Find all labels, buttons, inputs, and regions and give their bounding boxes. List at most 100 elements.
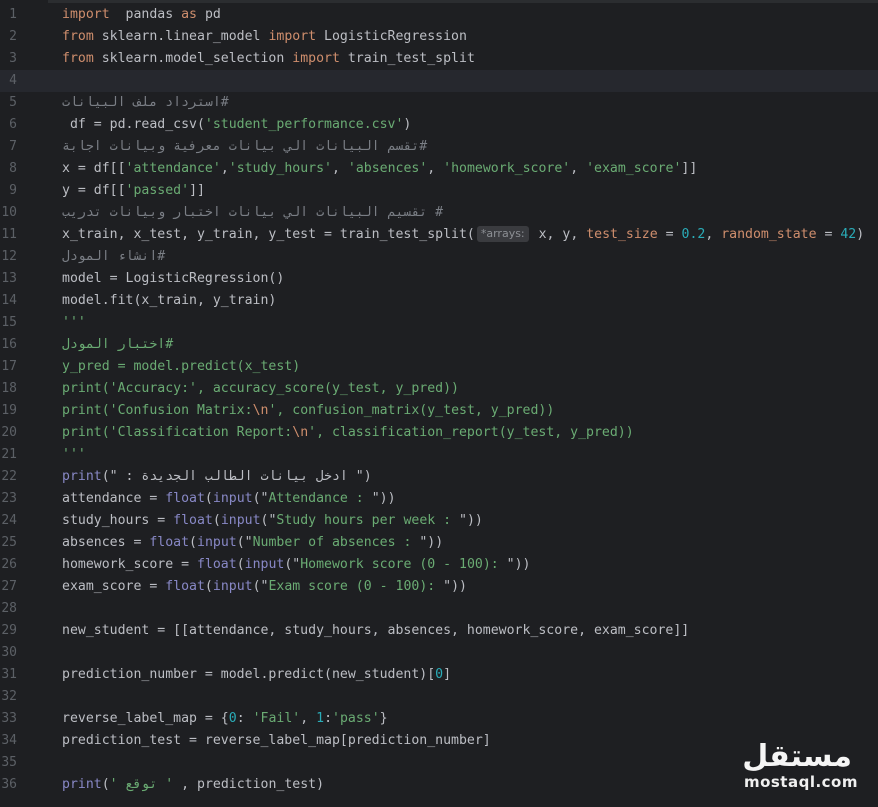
code-line[interactable]: 13 model = LogisticRegression() — [0, 268, 878, 290]
code-token: 'study_hours' — [228, 161, 332, 176]
code-line[interactable]: 5 #استرداد ملف البيانات — [0, 92, 878, 114]
code-token: input — [220, 513, 261, 528]
code-token: absences = — [62, 535, 150, 550]
line-number: 27 — [1, 579, 17, 594]
code-line[interactable]: 18 print('Accuracy:', accuracy_score(y_te… — [0, 378, 878, 400]
code-text[interactable]: attendance = float(input("Attendance : "… — [62, 488, 396, 510]
code-text[interactable]: x = df[['attendance','study_hours', 'abs… — [62, 158, 697, 180]
code-line[interactable]: 16 #اختبار المودل — [0, 334, 878, 356]
line-number: 2 — [9, 29, 17, 44]
code-line[interactable]: 33 reverse_label_map = {0: 'Fail', 1:'pas… — [0, 708, 878, 730]
line-number: 25 — [1, 535, 17, 550]
code-text[interactable]: from sklearn.model_selection import trai… — [62, 48, 475, 70]
code-text[interactable]: prediction_number = model.predict(new_st… — [62, 664, 451, 686]
code-token: ''' — [62, 447, 86, 462]
code-token: : — [324, 711, 333, 726]
code-token: Attendance : — [268, 491, 372, 506]
code-token: ( — [204, 579, 213, 594]
code-token: prediction_test = reverse_label_map[pred… — [62, 733, 491, 748]
code-line[interactable]: 28 — [0, 598, 878, 620]
code-line[interactable]: 7 #تقسم البيانات الي بيانات معرفية وبيانا… — [0, 136, 878, 158]
line-number: 22 — [1, 469, 17, 484]
code-line[interactable]: 23 attendance = float(input("Attendance :… — [0, 488, 878, 510]
code-token: 'pass' — [332, 711, 380, 726]
code-token: pd — [197, 7, 221, 22]
code-text[interactable]: df = pd.read_csv('student_performance.cs… — [62, 114, 411, 136]
code-line[interactable]: 17 y_pred = model.predict(x_test) — [0, 356, 878, 378]
code-token: , prediction_test) — [173, 777, 325, 792]
code-line[interactable]: 24 study_hours = float(input("Study hours… — [0, 510, 878, 532]
code-line[interactable]: 30 — [0, 642, 878, 664]
code-text[interactable]: new_student = [[attendance, study_hours,… — [62, 620, 689, 642]
code-line[interactable]: 8 x = df[['attendance','study_hours', 'ab… — [0, 158, 878, 180]
code-text[interactable]: reverse_label_map = {0: 'Fail', 1:'pass'… — [62, 708, 388, 730]
code-text[interactable]: # تقسيم البيانات الي بيانات اختبار وبيان… — [62, 202, 443, 224]
code-text[interactable]: print('Accuracy:', accuracy_score(y_test… — [62, 378, 459, 400]
code-line[interactable]: 22 print(" : ادخل بيانات الطالب الجديدة "… — [0, 466, 878, 488]
line-number: 6 — [9, 117, 17, 132]
code-text[interactable]: model = LogisticRegression() — [62, 268, 284, 290]
code-token: study_hours = — [62, 513, 174, 528]
code-text[interactable]: y = df[['passed']] — [62, 180, 205, 202]
editor-top-border — [0, 0, 878, 3]
code-token: (" — [236, 535, 253, 550]
code-text[interactable]: #انشاء المودل — [62, 246, 165, 268]
code-text[interactable]: model.fit(x_train, y_train) — [62, 290, 276, 312]
line-number: 12 — [1, 249, 17, 264]
code-token: (" : ادخل بيانات الطالب الجديدة ") — [101, 469, 372, 484]
code-token: print('Accuracy:', accuracy_score(y_test… — [62, 381, 459, 396]
line-number: 13 — [1, 271, 17, 286]
line-number: 8 — [9, 161, 17, 176]
code-token: = — [657, 227, 682, 242]
code-text[interactable]: print(' توقع ' , prediction_test) — [62, 774, 324, 796]
code-text[interactable]: import pandas as pd — [62, 4, 221, 26]
code-text[interactable]: exam_score = float(input("Exam score (0 … — [62, 576, 467, 598]
code-line[interactable]: 21 ''' — [0, 444, 878, 466]
code-token: sklearn.model_selection — [93, 51, 293, 66]
code-token: float — [173, 513, 213, 528]
code-line[interactable]: 4 — [0, 70, 878, 92]
code-line[interactable]: 1 import pandas as pd — [0, 4, 878, 26]
code-text[interactable]: from sklearn.linear_model import Logisti… — [62, 26, 467, 48]
code-text[interactable]: #تقسم البيانات الي بيانات معرفية وبيانات… — [62, 136, 427, 158]
code-line[interactable]: 19 print('Confusion Matrix:\n', confusion… — [0, 400, 878, 422]
code-text[interactable]: homework_score = float(input("Homework s… — [62, 554, 531, 576]
code-line[interactable]: 12 #انشاء المودل — [0, 246, 878, 268]
line-number: 15 — [1, 315, 17, 330]
code-line[interactable]: 9 y = df[['passed']] — [0, 180, 878, 202]
code-line[interactable]: 32 — [0, 686, 878, 708]
code-text[interactable]: print('Classification Report:\n', classi… — [62, 422, 634, 444]
code-text[interactable]: print(" : ادخل بيانات الطالب الجديدة ") — [62, 466, 372, 488]
code-token: \n — [292, 425, 309, 440]
code-text[interactable]: absences = float(input("Number of absenc… — [62, 532, 443, 554]
code-text[interactable]: #استرداد ملف البيانات — [62, 92, 229, 114]
code-text[interactable]: y_pred = model.predict(x_test) — [62, 356, 300, 378]
line-number: 21 — [1, 447, 17, 462]
code-text[interactable]: ''' — [62, 312, 86, 334]
code-text[interactable]: ''' — [62, 444, 86, 466]
code-token: ( — [236, 557, 245, 572]
code-line[interactable]: 20 print('Classification Report:\n', clas… — [0, 422, 878, 444]
code-token: model = LogisticRegression() — [62, 271, 285, 286]
code-line[interactable]: 3 from sklearn.model_selection import tra… — [0, 48, 878, 70]
code-line[interactable]: 26 homework_score = float(input("Homework… — [0, 554, 878, 576]
code-token: 'exam_score' — [586, 161, 682, 176]
code-line[interactable]: 14 model.fit(x_train, y_train) — [0, 290, 878, 312]
code-line[interactable]: 10 # تقسيم البيانات الي بيانات اختبار وبي… — [0, 202, 878, 224]
code-editor[interactable]: 1 import pandas as pd 2 from sklearn.linear… — [0, 0, 878, 807]
code-line[interactable]: 27 exam_score = float(input("Exam score (… — [0, 576, 878, 598]
code-token: df = pd.read_csv( — [62, 117, 205, 132]
code-text[interactable]: #اختبار المودل — [62, 334, 173, 356]
code-token: \n — [252, 403, 269, 418]
code-line[interactable]: 15 ''' — [0, 312, 878, 334]
code-text[interactable]: print('Confusion Matrix:\n', confusion_m… — [62, 400, 554, 422]
code-text[interactable]: prediction_test = reverse_label_map[pred… — [62, 730, 491, 752]
code-line[interactable]: 11 x_train, x_test, y_train, y_test = tra… — [0, 224, 878, 246]
code-line[interactable]: 2 from sklearn.linear_model import Logist… — [0, 26, 878, 48]
code-line[interactable]: 25 absences = float(input("Number of abse… — [0, 532, 878, 554]
code-text[interactable]: x_train, x_test, y_train, y_test = train… — [62, 224, 864, 246]
code-line[interactable]: 29 new_student = [[attendance, study_hour… — [0, 620, 878, 642]
code-line[interactable]: 6 df = pd.read_csv('student_performance.… — [0, 114, 878, 136]
code-line[interactable]: 31 prediction_number = model.predict(new_… — [0, 664, 878, 686]
code-text[interactable]: study_hours = float(input("Study hours p… — [62, 510, 483, 532]
